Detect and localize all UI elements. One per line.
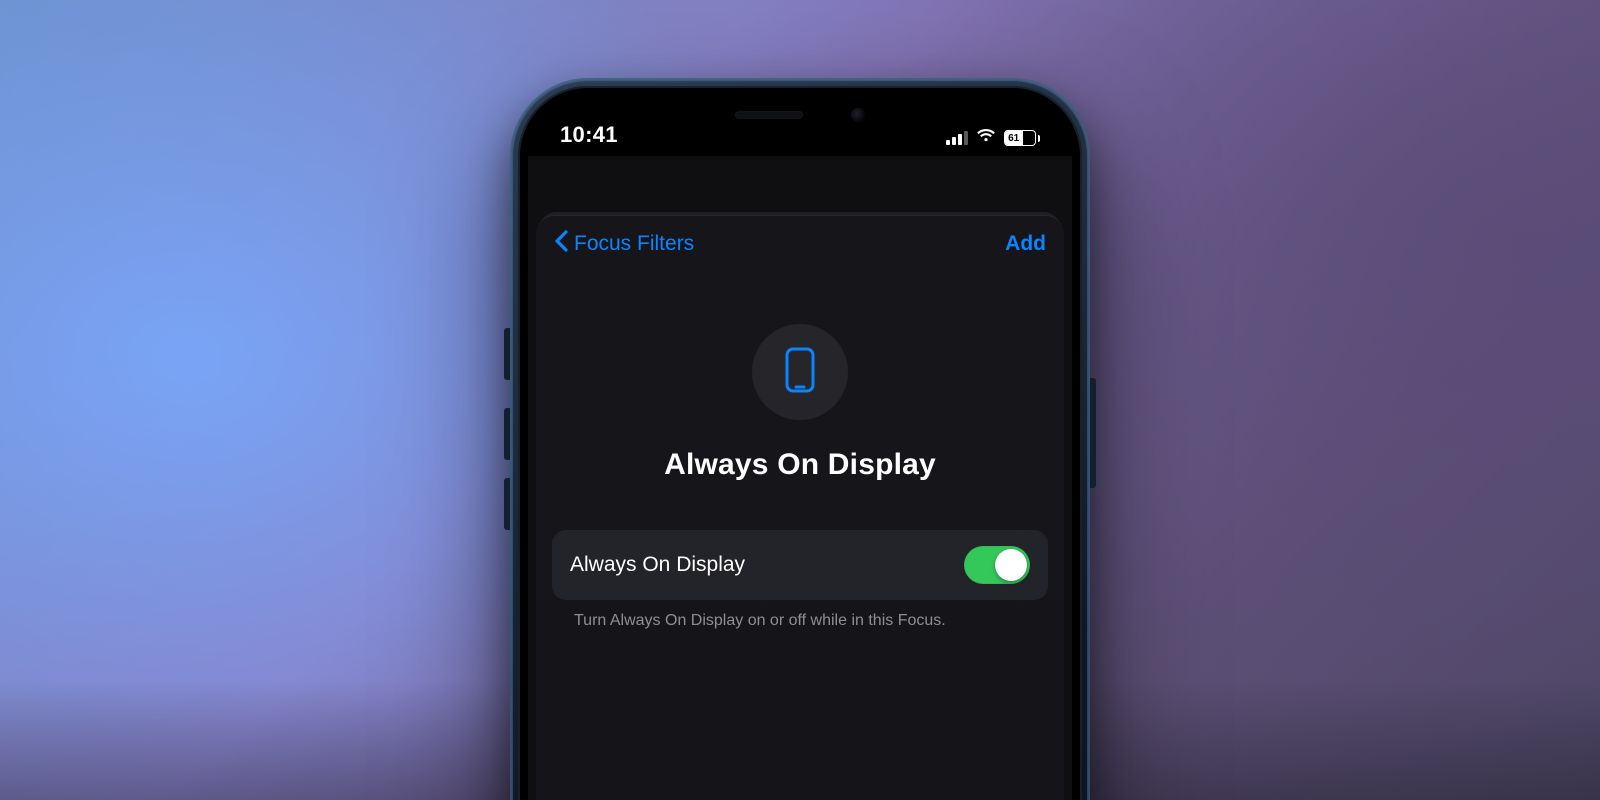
wifi-icon: [976, 128, 996, 148]
chevron-left-icon: [554, 230, 568, 258]
always-on-display-row: Always On Display: [552, 530, 1048, 600]
phone-screen: 10:41 61: [528, 96, 1072, 800]
hero-title: Always On Display: [664, 448, 936, 482]
device-notch: [700, 96, 900, 134]
front-camera: [851, 108, 865, 122]
add-button[interactable]: Add: [1005, 232, 1046, 256]
settings-group: Always On Display Turn Always On Display…: [536, 530, 1064, 630]
battery-indicator: 61: [1004, 130, 1041, 146]
always-on-display-toggle[interactable]: [964, 546, 1030, 584]
group-footer-text: Turn Always On Display on or off while i…: [552, 600, 1048, 630]
hero-section: Always On Display: [536, 268, 1064, 530]
battery-percent-text: 61: [1005, 131, 1023, 145]
phone-outline-icon: [785, 347, 815, 398]
modal-nav-bar: Focus Filters Add: [536, 216, 1064, 268]
earpiece-speaker: [735, 111, 803, 119]
hero-icon-circle: [752, 324, 848, 420]
cellular-bars-icon: [946, 131, 968, 145]
back-button-label: Focus Filters: [574, 232, 694, 256]
back-button[interactable]: Focus Filters: [554, 230, 694, 258]
wallpaper-stage: 10:41 61: [0, 0, 1600, 800]
status-right-cluster: 61: [946, 128, 1041, 148]
phone-frame: 10:41 61: [510, 78, 1090, 800]
status-time: 10:41: [560, 122, 618, 148]
modal-sheet: Focus Filters Add Always On Display: [536, 216, 1064, 800]
toggle-knob: [995, 549, 1027, 581]
row-label: Always On Display: [570, 553, 745, 577]
